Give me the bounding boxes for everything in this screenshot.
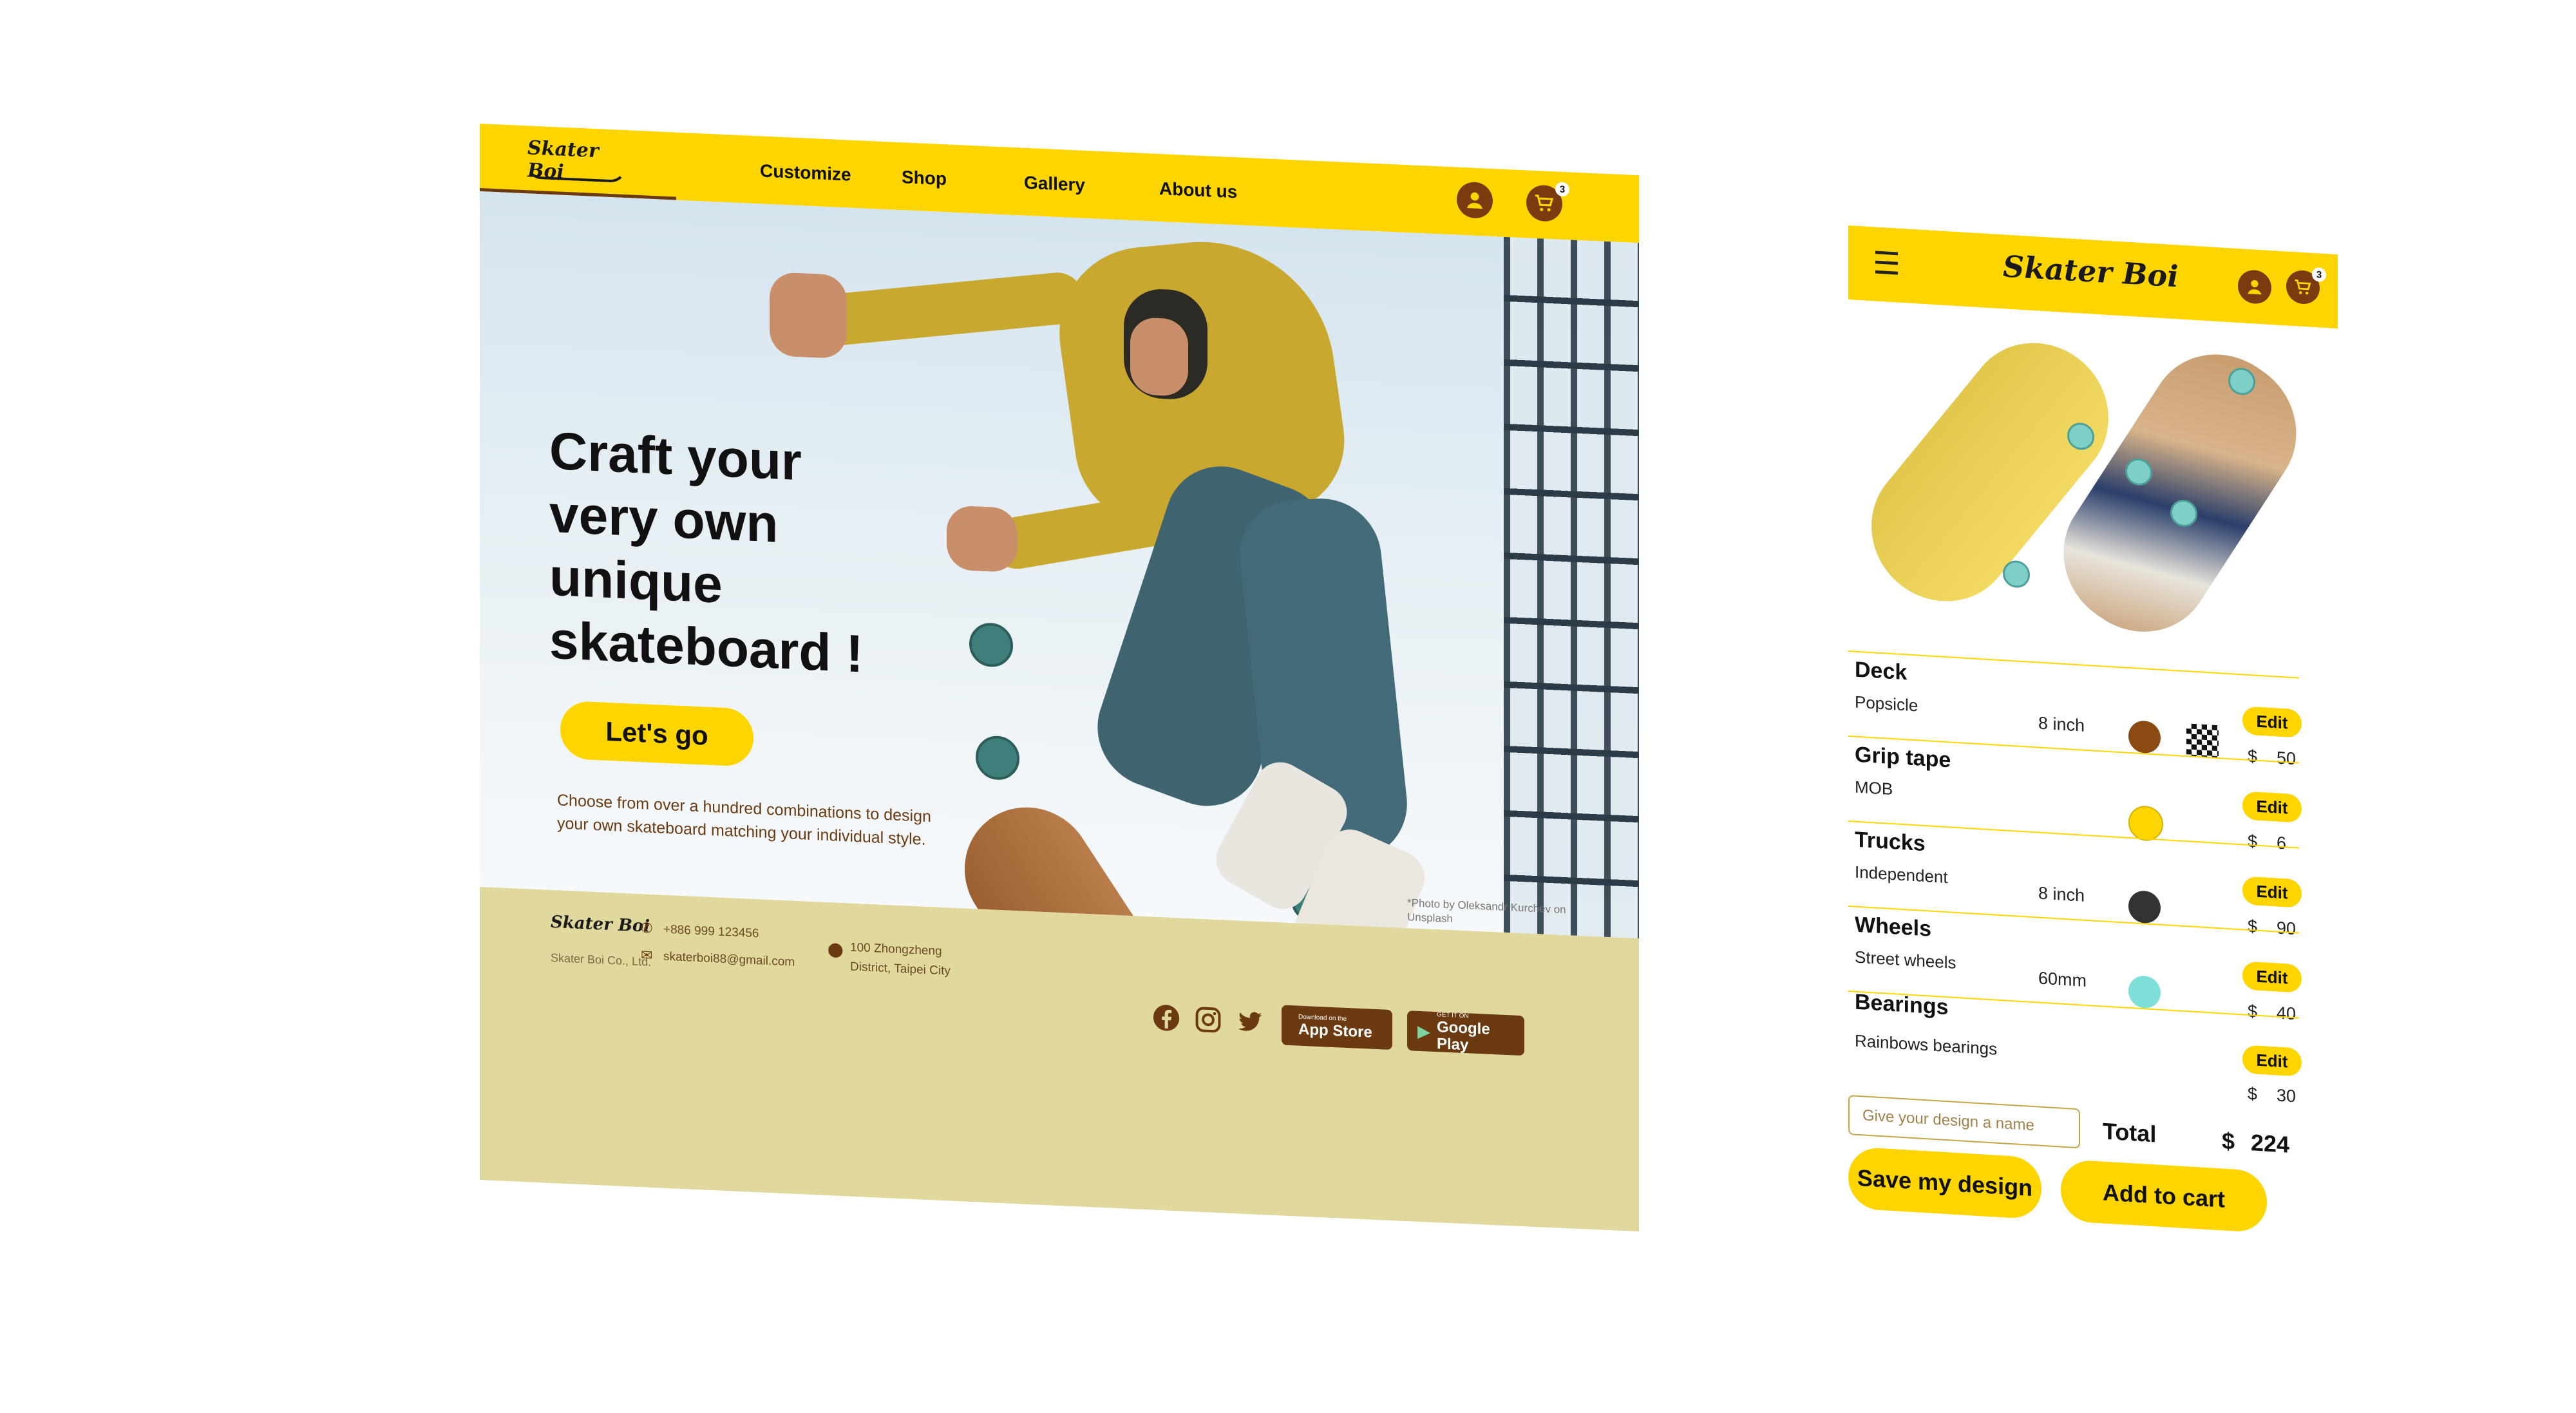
wheel xyxy=(969,621,1013,668)
component-category: Grip tape xyxy=(1855,742,1951,773)
component-name: Popsicle xyxy=(1855,692,1918,716)
total-currency: $ xyxy=(2222,1127,2235,1155)
instagram-icon[interactable] xyxy=(1191,1002,1225,1037)
color-swatch[interactable] xyxy=(2128,974,2161,1009)
currency: $ xyxy=(2248,1001,2258,1021)
footer-address-line1: 100 Zhongzheng xyxy=(850,940,942,958)
skater-face xyxy=(1130,316,1188,397)
nav-gallery[interactable]: Gallery xyxy=(1024,173,1085,196)
nav-about-us[interactable]: About us xyxy=(1159,178,1237,202)
add-to-cart-button[interactable]: Add to cart xyxy=(2061,1159,2267,1233)
component-name: MOB xyxy=(1855,777,1893,799)
total-value: 224 xyxy=(2251,1129,2290,1158)
play-icon: ▶ xyxy=(1417,1021,1430,1041)
edit-button[interactable]: Edit xyxy=(2242,876,2302,908)
location-icon: ⬤ xyxy=(828,941,844,958)
component-size: 8 inch xyxy=(2038,713,2085,735)
footer-address-line2: District, Taipei City xyxy=(850,960,951,978)
edit-button[interactable]: Edit xyxy=(2242,961,2302,993)
google-play-button[interactable]: ▶ GET IT ON Google Play xyxy=(1407,1010,1524,1056)
pattern-swatch-checker[interactable] xyxy=(2186,723,2219,758)
lets-go-button[interactable]: Let's go xyxy=(560,700,753,767)
component-size: 60mm xyxy=(2038,968,2087,991)
component-category: Bearings xyxy=(1855,989,1949,1020)
mobile-navbar: ☰ Skater Boi 3 xyxy=(1848,225,2338,329)
color-swatch[interactable] xyxy=(2128,719,2161,754)
edit-button[interactable]: Edit xyxy=(2242,791,2302,823)
google-play-label: GET IT ON Google Play xyxy=(1437,1011,1514,1056)
footer-phone: +886 999 123456 xyxy=(663,922,759,941)
component-price: 40 xyxy=(2277,1003,2297,1024)
facebook-icon[interactable] xyxy=(1150,1000,1183,1035)
component-category: Trucks xyxy=(1855,827,1926,857)
edit-button[interactable]: Edit xyxy=(2242,1045,2302,1077)
skater-arm-left xyxy=(812,270,1088,348)
building-floors xyxy=(1504,236,1639,939)
phone-icon: ✆ xyxy=(641,920,653,936)
app-store-label: Download on the App Store xyxy=(1298,1014,1372,1041)
footer-email[interactable]: skaterboi88@gmail.com xyxy=(663,948,795,972)
wheel xyxy=(976,735,1019,781)
skater-hand-left xyxy=(770,272,847,359)
google-play-big: Google Play xyxy=(1437,1018,1490,1054)
nav-customize[interactable]: Customize xyxy=(760,160,851,185)
hero-title: Craft your very own unique skateboard ! xyxy=(549,420,871,687)
mobile-mockup: ☰ Skater Boi 3 Deck Popsicle 8 inch Edit… xyxy=(1842,225,2338,1323)
component-category: Deck xyxy=(1855,657,1908,685)
save-design-button[interactable]: Save my design xyxy=(1848,1146,2041,1220)
desktop-mockup: Skater Boi Customize Shop Gallery About … xyxy=(480,124,1639,1232)
footer-logo[interactable]: Skater Boi xyxy=(551,913,650,936)
cart-count-badge: 3 xyxy=(1555,182,1569,197)
total-label: Total xyxy=(2103,1117,2157,1148)
edit-button[interactable]: Edit xyxy=(2242,706,2302,738)
nav-shop[interactable]: Shop xyxy=(902,167,947,189)
footer: Skater Boi Skater Boi Co., Ltd. ✆ +886 9… xyxy=(480,887,1639,1232)
app-store-button[interactable]: Download on the App Store xyxy=(1282,1005,1392,1050)
component-size: 8 inch xyxy=(2038,883,2085,906)
component-name: Independent xyxy=(1855,862,1948,887)
hamburger-menu-icon[interactable]: ☰ xyxy=(1873,245,1900,283)
logo[interactable]: Skater Boi xyxy=(2003,249,2179,294)
user-icon[interactable] xyxy=(2238,269,2271,305)
user-icon[interactable] xyxy=(1457,181,1493,220)
color-swatch[interactable] xyxy=(2128,889,2161,924)
footer-company: Skater Boi Co., Ltd. xyxy=(551,951,652,969)
component-category: Wheels xyxy=(1855,912,1932,942)
skater-hand-right xyxy=(947,505,1018,573)
app-store-big: App Store xyxy=(1298,1020,1372,1041)
component-name: Street wheels xyxy=(1855,947,1956,972)
design-name-input[interactable]: Give your design a name xyxy=(1848,1095,2080,1149)
hero-section: Craft your very own unique skateboard ! … xyxy=(480,191,1639,939)
hero-title-line: skateboard ! xyxy=(549,611,864,684)
mail-icon: ✉ xyxy=(641,947,653,963)
logo[interactable]: Skater Boi xyxy=(525,137,627,184)
color-swatch[interactable] xyxy=(2128,804,2163,842)
twitter-icon[interactable] xyxy=(1233,1004,1267,1039)
wheel xyxy=(2003,560,2030,589)
cart-count-badge: 3 xyxy=(2312,267,2326,283)
hero-subtitle: Choose from over a hundred combinations … xyxy=(557,791,931,849)
